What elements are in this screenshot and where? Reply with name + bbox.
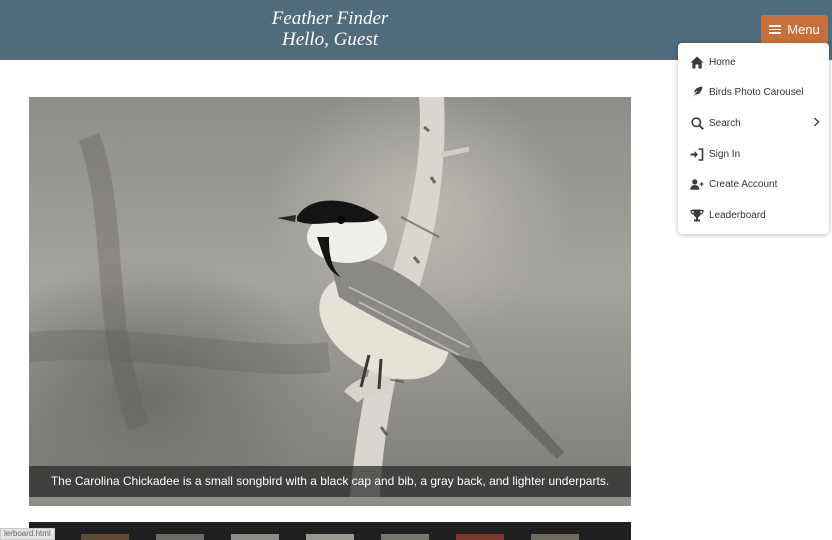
carousel-thumbnail[interactable] <box>156 534 204 540</box>
carousel-thumbnail[interactable] <box>456 534 504 540</box>
menu-item-home[interactable]: Home <box>678 48 829 76</box>
home-icon <box>690 55 704 69</box>
search-icon <box>690 116 704 130</box>
status-bar-url: lerboard.html <box>0 528 55 540</box>
carousel-caption: The Carolina Chickadee is a small songbi… <box>29 466 631 497</box>
menu-item-label: Leaderboard <box>709 209 766 221</box>
add-user-icon <box>690 177 704 191</box>
menu-item-search[interactable]: Search <box>678 109 829 137</box>
carousel-thumbnail[interactable] <box>81 534 129 540</box>
navigation-menu: Home Birds Photo Carousel Search Sign In… <box>678 43 829 234</box>
menu-item-label: Search <box>709 117 741 129</box>
menu-item-label: Birds Photo Carousel <box>709 86 804 98</box>
carousel-thumbnail[interactable] <box>306 534 354 540</box>
carousel-thumbnail[interactable] <box>381 534 429 540</box>
menu-button[interactable]: Menu <box>761 15 828 44</box>
user-greeting: Hello, Guest <box>281 29 379 50</box>
feather-icon <box>690 85 704 99</box>
menu-button-label: Menu <box>787 22 820 37</box>
menu-item-birds-photo-carousel[interactable]: Birds Photo Carousel <box>678 78 829 106</box>
chickadee-photo <box>29 97 564 506</box>
menu-item-leaderboard[interactable]: Leaderboard <box>678 201 829 229</box>
hamburger-icon <box>769 25 782 34</box>
site-title: Feather Finder <box>271 8 389 29</box>
chevron-right-icon <box>813 116 820 130</box>
carousel-thumbnail[interactable] <box>231 534 279 540</box>
menu-item-sign-in[interactable]: Sign In <box>678 140 829 168</box>
carousel-slide-image[interactable]: The Carolina Chickadee is a small songbi… <box>29 97 631 506</box>
menu-item-label: Sign In <box>709 148 741 160</box>
menu-item-label: Create Account <box>709 178 778 190</box>
photo-bottom-edge <box>29 497 631 506</box>
carousel-thumbnail-strip <box>29 522 631 540</box>
menu-item-label: Home <box>709 56 736 68</box>
sign-in-icon <box>690 147 704 161</box>
trophy-icon <box>690 208 704 222</box>
carousel-thumbnail[interactable] <box>531 534 579 540</box>
menu-item-create-account[interactable]: Create Account <box>678 170 829 198</box>
